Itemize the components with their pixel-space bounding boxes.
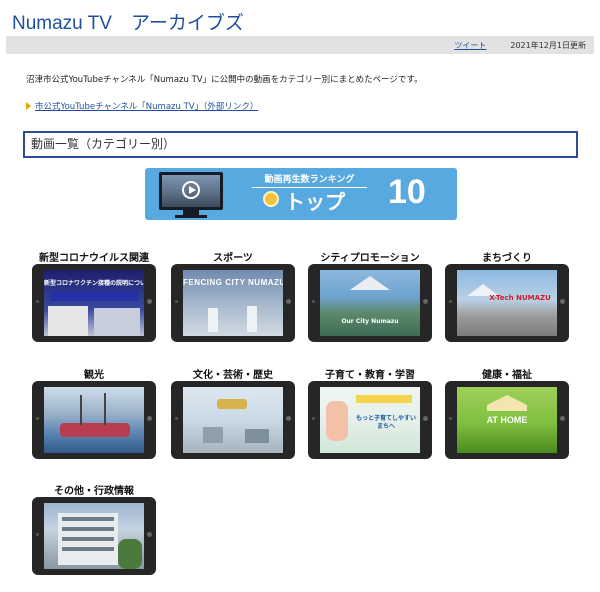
thumbnail-image: X-Tech NUMAZU <box>457 270 557 336</box>
monitor-icon <box>159 172 223 210</box>
tablet-thumbnail[interactable] <box>171 381 295 459</box>
thumbnail-image: 新型コロナワクチン接種の説明について <box>44 270 144 336</box>
thumbnail-image: Our City Numazu <box>320 270 420 336</box>
tablet-thumbnail[interactable] <box>32 497 156 575</box>
category-tourism[interactable]: 観光 <box>32 366 156 476</box>
category-culture[interactable]: 文化・芸術・歴史 <box>171 366 295 476</box>
tablet-thumbnail[interactable]: 新型コロナワクチン接種の説明について <box>32 264 156 342</box>
tweet-link[interactable]: ツイート <box>454 40 486 51</box>
category-title: 文化・芸術・歴史 <box>193 370 273 381</box>
intro-text: 沼津市公式YouTubeチャンネル「Numazu TV」に公開中の動画をカテゴリ… <box>26 75 423 85</box>
ranking-top-text: トップ <box>285 190 345 214</box>
thumbnail-caption: Our City Numazu <box>341 318 399 325</box>
thumbnail-image: もっと子育てしやすいまちへ <box>320 387 420 453</box>
thumbnail-caption: X-Tech NUMAZU <box>489 294 551 302</box>
category-town-planning[interactable]: まちづくり X-Tech NUMAZU <box>445 249 569 359</box>
update-date: 2021年12月1日更新 <box>510 40 586 50</box>
category-sports[interactable]: スポーツ FENCING CITY NUMAZU <box>171 249 295 359</box>
category-title: 観光 <box>84 370 104 381</box>
youtube-channel-link-label: 市公式YouTubeチャンネル「Numazu TV」（外部リンク） <box>35 102 259 112</box>
page-title: Numazu TV アーカイブズ <box>12 13 244 34</box>
thumbnail-image <box>44 387 144 453</box>
category-covid[interactable]: 新型コロナウイルス関連 新型コロナワクチン接種の説明について <box>32 249 156 359</box>
category-city-promotion[interactable]: シティプロモーション Our City Numazu <box>308 249 432 359</box>
tablet-thumbnail[interactable]: X-Tech NUMAZU <box>445 264 569 342</box>
tablet-thumbnail[interactable]: Our City Numazu <box>308 264 432 342</box>
tablet-thumbnail[interactable] <box>32 381 156 459</box>
thumbnail-image: AT HOME <box>457 387 557 453</box>
ranking-banner[interactable]: 動画再生数ランキング トップ 10 <box>145 168 457 220</box>
thumbnail-caption: もっと子育てしやすいまちへ <box>356 415 416 430</box>
ranking-number: 10 <box>388 173 426 211</box>
tablet-thumbnail[interactable]: AT HOME <box>445 381 569 459</box>
thumbnail-caption: FENCING CITY NUMAZU <box>183 278 283 287</box>
category-title: シティプロモーション <box>320 253 420 264</box>
category-childcare-education[interactable]: 子育て・教育・学習 もっと子育てしやすいまちへ <box>308 366 432 476</box>
arrow-right-icon <box>26 102 31 110</box>
category-other-administration[interactable]: その他・行政情報 <box>32 482 156 592</box>
category-title: その他・行政情報 <box>54 486 134 497</box>
youtube-channel-link[interactable]: 市公式YouTubeチャンネル「Numazu TV」（外部リンク） <box>26 100 258 112</box>
thumbnail-caption: AT HOME <box>486 415 528 425</box>
section-heading: 動画一覧（カテゴリー別） <box>23 131 578 158</box>
thumbnail-image: FENCING CITY NUMAZU <box>183 270 283 336</box>
crown-icon <box>263 191 279 207</box>
category-title: 健康・福祉 <box>482 370 532 381</box>
meta-bar: ツイート 2021年12月1日更新 <box>6 36 594 54</box>
thumbnail-caption: 新型コロナワクチン接種の説明について <box>44 280 144 287</box>
category-title: まちづくり <box>482 253 532 264</box>
category-title: 新型コロナウイルス関連 <box>39 253 149 264</box>
tablet-thumbnail[interactable]: FENCING CITY NUMAZU <box>171 264 295 342</box>
play-icon <box>182 181 200 199</box>
category-title: 子育て・教育・学習 <box>325 370 415 381</box>
category-title: スポーツ <box>213 253 253 264</box>
category-health-welfare[interactable]: 健康・福祉 AT HOME <box>445 366 569 476</box>
tablet-thumbnail[interactable]: もっと子育てしやすいまちへ <box>308 381 432 459</box>
thumbnail-image <box>183 387 283 453</box>
thumbnail-image <box>44 503 144 569</box>
